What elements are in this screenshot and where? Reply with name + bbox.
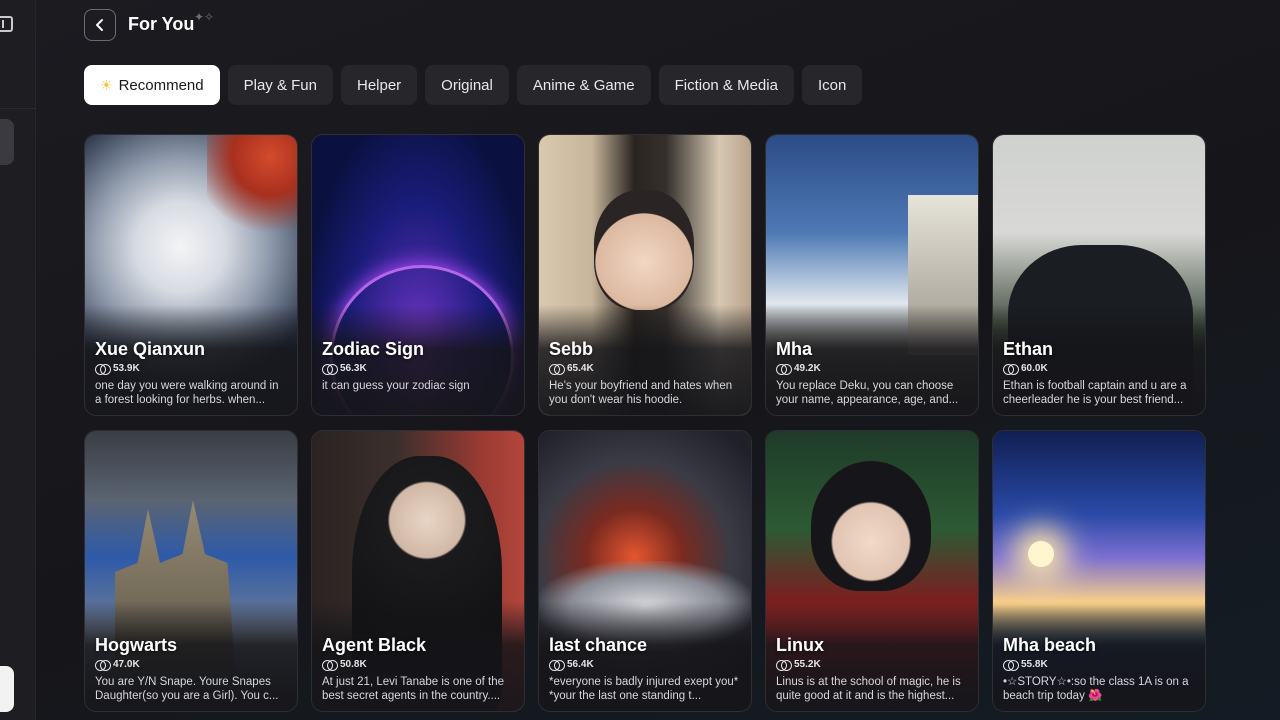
tab-label: Helper <box>356 76 402 94</box>
character-description: You replace Deku, you can choose your na… <box>776 380 959 406</box>
chat-count: 49.2K <box>776 363 821 375</box>
chat-bubbles-icon <box>95 363 111 375</box>
tab-label: Play & Fun <box>243 76 317 94</box>
chat-count: 55.8K <box>1003 659 1048 671</box>
chat-bubbles-icon <box>776 659 792 671</box>
character-card[interactable]: last chance 56.4K *everyone is badly inj… <box>538 430 752 712</box>
back-button[interactable] <box>84 9 116 41</box>
sidebar-active-item[interactable] <box>0 119 14 165</box>
character-name: Agent Black <box>322 635 427 655</box>
main-content: For You ✦✧ ☀ Recommend Play & Fun Helper… <box>36 0 1280 720</box>
sidebar <box>0 0 36 720</box>
category-tabs: ☀ Recommend Play & Fun Helper Original A… <box>84 65 863 105</box>
tab-label: Recommend <box>118 76 204 94</box>
sidebar-bottom-item[interactable] <box>0 666 14 712</box>
chat-bubbles-icon <box>322 659 338 671</box>
character-name: Sebb <box>549 339 594 359</box>
character-description: At just 21, Levi Tanabe is one of the be… <box>322 676 504 702</box>
chat-count-value: 55.2K <box>794 659 821 670</box>
character-grid: Xue Qianxun 53.9K one day you were walki… <box>84 134 1206 712</box>
character-description: one day you were walking around in a for… <box>95 380 279 406</box>
character-name: Mha <box>776 339 812 359</box>
tab-original[interactable]: Original <box>425 65 509 105</box>
chat-count: 55.2K <box>776 659 821 671</box>
chat-count-value: 53.9K <box>113 363 140 374</box>
chat-bubbles-icon <box>776 363 792 375</box>
character-description: Ethan is football captain and u are a ch… <box>1003 380 1187 406</box>
chat-count-value: 50.8K <box>340 659 367 670</box>
sidebar-divider <box>0 108 36 109</box>
character-card[interactable]: Mha beach 55.8K •☆STORY☆•:so the class 1… <box>992 430 1206 712</box>
character-card[interactable]: Hogwarts 47.0K You are Y/N Snape. Youre … <box>84 430 298 712</box>
chat-bubbles-icon <box>549 659 565 671</box>
character-description: *everyone is badly injured exept you* *y… <box>549 676 739 702</box>
character-description: You are Y/N Snape. Youre Snapes Daughter… <box>95 676 279 702</box>
character-description: Linus is at the school of magic, he is q… <box>776 676 961 702</box>
tab-helper[interactable]: Helper <box>340 65 418 105</box>
chat-count: 53.9K <box>95 363 140 375</box>
tab-play-fun[interactable]: Play & Fun <box>227 65 333 105</box>
character-card[interactable]: Zodiac Sign 56.3K it can guess your zodi… <box>311 134 525 416</box>
chat-bubbles-icon <box>322 363 338 375</box>
chat-count: 65.4K <box>549 363 594 375</box>
character-name: Xue Qianxun <box>95 339 206 359</box>
tab-label: Original <box>441 76 493 94</box>
character-name: Zodiac Sign <box>322 339 425 359</box>
chat-count: 56.4K <box>549 659 594 671</box>
tab-label: Fiction & Media <box>674 76 778 94</box>
character-description: He's your boyfriend and hates when you d… <box>549 380 733 406</box>
chat-bubbles-icon <box>1003 363 1019 375</box>
character-card[interactable]: Xue Qianxun 53.9K one day you were walki… <box>84 134 298 416</box>
tab-recommend[interactable]: ☀ Recommend <box>84 65 220 105</box>
character-card[interactable]: Ethan 60.0K Ethan is football captain an… <box>992 134 1206 416</box>
chat-bubbles-icon <box>1003 659 1019 671</box>
tab-label: Icon <box>817 76 847 94</box>
chat-count-value: 60.0K <box>1021 363 1048 374</box>
character-name: Mha beach <box>1003 635 1097 655</box>
tab-icon[interactable]: Icon <box>801 65 863 105</box>
character-name: Ethan <box>1003 339 1054 359</box>
character-description: it can guess your zodiac sign <box>322 380 470 392</box>
character-card[interactable]: Sebb 65.4K He's your boyfriend and hates… <box>538 134 752 416</box>
character-name: Linux <box>776 635 824 655</box>
chat-count-value: 56.3K <box>340 363 367 374</box>
tab-fiction-media[interactable]: Fiction & Media <box>658 65 794 105</box>
chat-count-value: 49.2K <box>794 363 821 374</box>
character-card[interactable]: Mha 49.2K You replace Deku, you can choo… <box>765 134 979 416</box>
chat-count: 50.8K <box>322 659 367 671</box>
chat-count: 56.3K <box>322 363 367 375</box>
chat-count: 60.0K <box>1003 363 1048 375</box>
sidebar-toggle-icon[interactable] <box>0 16 13 32</box>
chat-bubbles-icon <box>549 363 565 375</box>
chat-count-value: 65.4K <box>567 363 594 374</box>
chevron-left-icon <box>96 19 103 31</box>
character-card[interactable]: Linux 55.2K Linus is at the school of ma… <box>765 430 979 712</box>
chat-count-value: 47.0K <box>113 659 140 670</box>
chat-count-value: 56.4K <box>567 659 594 670</box>
chat-count: 47.0K <box>95 659 140 671</box>
page-title: For You <box>128 14 195 34</box>
character-card[interactable]: Agent Black 50.8K At just 21, Levi Tanab… <box>311 430 525 712</box>
tab-label: Anime & Game <box>532 76 635 94</box>
character-description: •☆STORY☆•:so the class 1A is on a beach … <box>1003 676 1189 702</box>
chat-count-value: 55.8K <box>1021 659 1048 670</box>
character-name: Hogwarts <box>95 635 178 655</box>
tab-anime-game[interactable]: Anime & Game <box>516 65 651 105</box>
sun-icon: ☀ <box>100 76 113 93</box>
character-name: last chance <box>549 635 648 655</box>
sparkle-icon: ✦✧ <box>194 10 215 24</box>
chat-bubbles-icon <box>95 659 111 671</box>
